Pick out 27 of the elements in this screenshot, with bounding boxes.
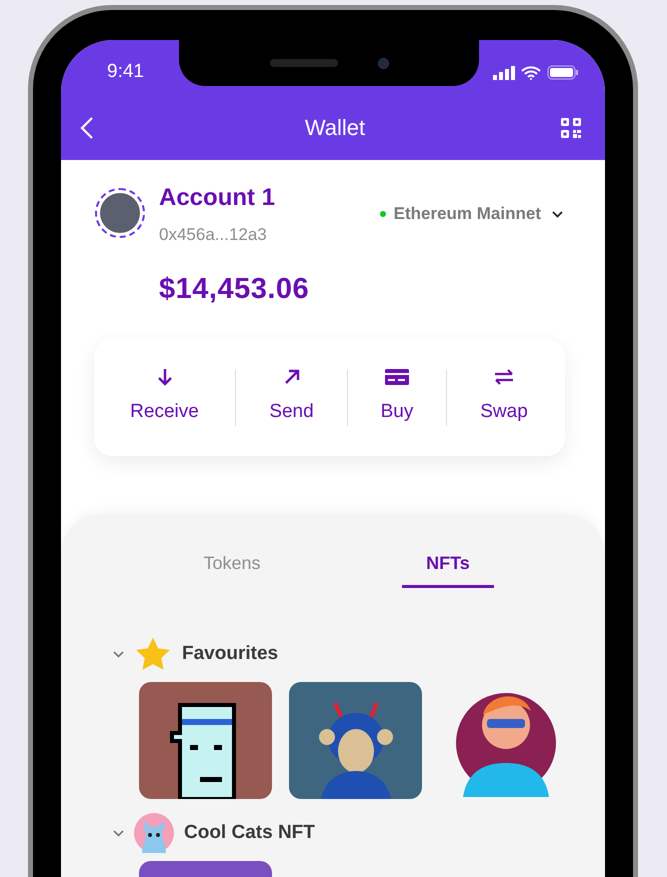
speaker-grille — [270, 59, 338, 67]
collection-header[interactable]: Cool Cats NFT — [113, 813, 605, 853]
action-button[interactable]: Buy — [348, 368, 446, 427]
tab[interactable]: NFTs — [402, 550, 494, 588]
back-chevron-icon — [80, 116, 94, 140]
swap-arrows-icon — [494, 368, 514, 386]
star-icon — [134, 636, 172, 672]
wallet-address: 0x456a...12a3 — [159, 224, 268, 246]
action-button[interactable]: Swap — [447, 368, 561, 427]
account-balance: $14,453.06 — [159, 272, 310, 306]
collection-header[interactable]: Favourites — [113, 634, 605, 674]
network-selector[interactable]: Ethereum Mainnet — [380, 200, 563, 228]
battery-icon — [547, 65, 579, 80]
account-name: Account 1 — [159, 184, 276, 212]
cat-avatar-icon — [134, 813, 174, 853]
action-button[interactable]: Receive — [94, 368, 235, 427]
signal-icon — [493, 66, 515, 80]
diagonal-arrow-icon — [284, 368, 300, 386]
status-time: 9:41 — [107, 60, 144, 84]
down-arrow-icon — [156, 368, 172, 386]
camera-lens — [378, 58, 388, 68]
qr-code-icon[interactable] — [561, 118, 581, 138]
card-icon — [385, 368, 409, 386]
action-button[interactable]: Send — [236, 368, 347, 427]
wifi-icon — [521, 66, 541, 80]
dropdown-chevron-icon — [552, 210, 563, 218]
page-title: Wallet — [304, 114, 366, 142]
